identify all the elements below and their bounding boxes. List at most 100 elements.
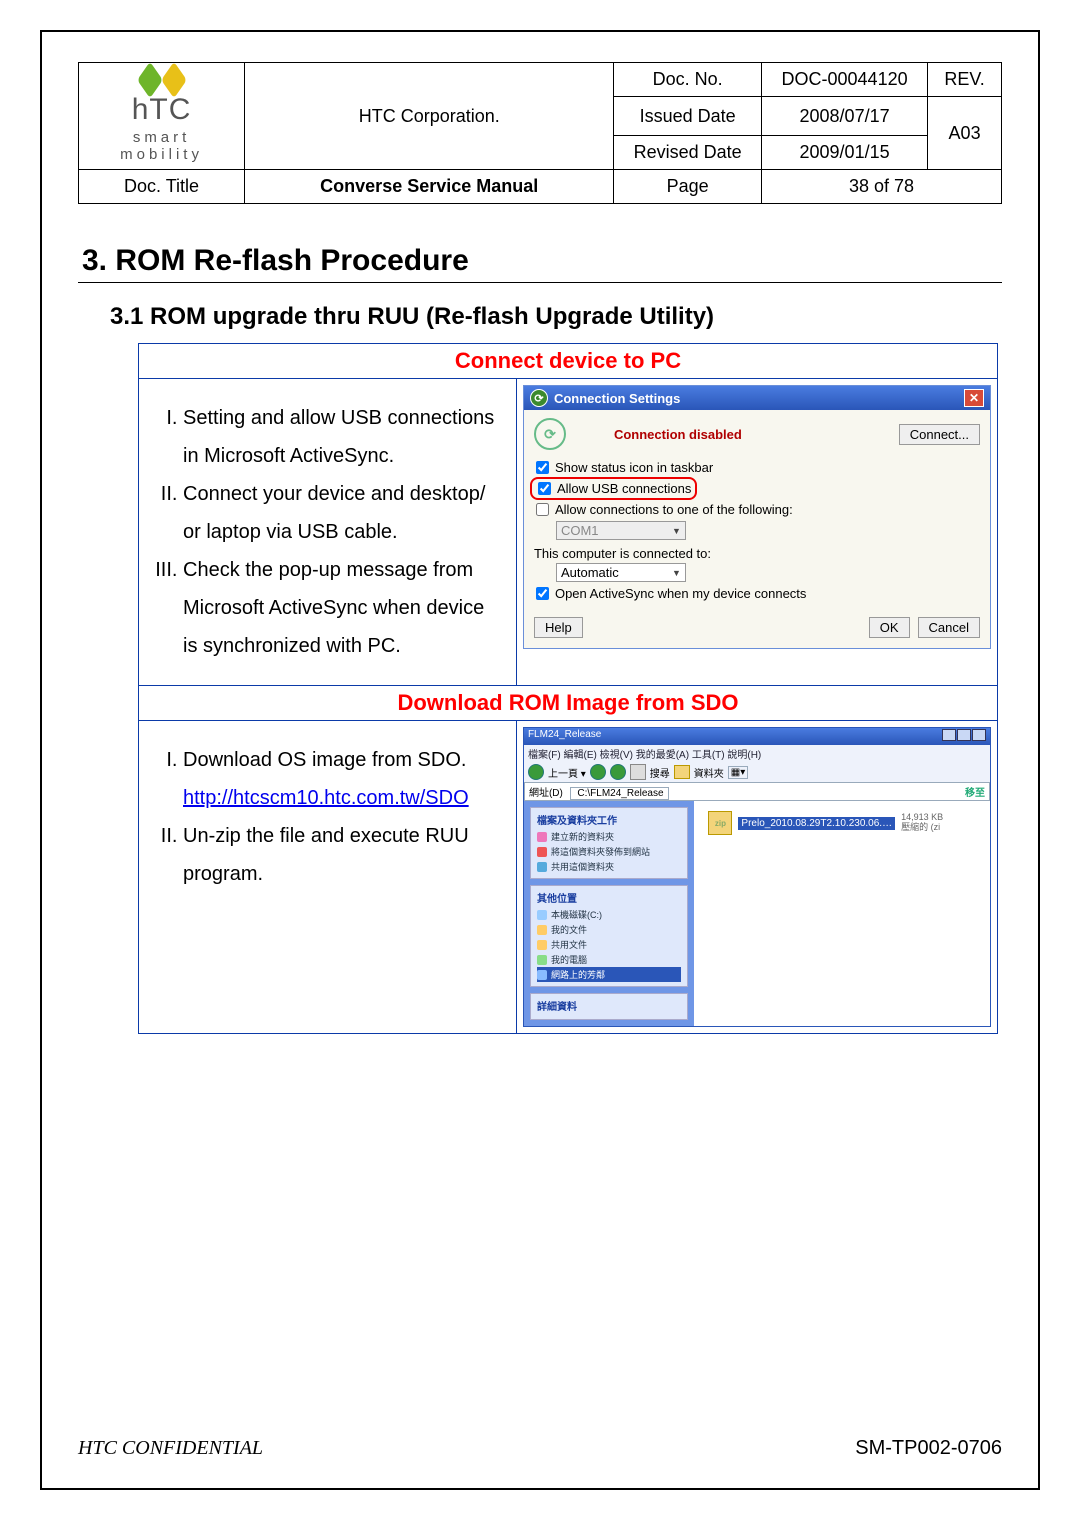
status-icon-label: Show status icon in taskbar (555, 460, 713, 475)
issued-date-label: Issued Date (614, 97, 762, 136)
logo-cell: hTC smart mobility (79, 63, 245, 170)
other-places-pane: 其他位置 本機磁碟(C:) 我的文件 共用文件 我的電腦 網路上的芳鄰 (530, 885, 688, 987)
forward-icon[interactable] (590, 764, 606, 780)
sync-status-icon: ⟳ (534, 418, 566, 450)
dialog-titlebar: ⟳ Connection Settings ✕ (524, 386, 990, 410)
connection-settings-dialog: ⟳ Connection Settings ✕ ⟳ Connection dis… (523, 385, 991, 649)
close-icon[interactable]: ✕ (964, 389, 984, 407)
corporation-name: HTC Corporation. (245, 63, 614, 170)
side-item[interactable]: 本機磁碟(C:) (537, 907, 681, 922)
tasks-pane: 檔案及資料夾工作 建立新的資料夾 將這個資料夾發佈到網站 共用這個資料夾 (530, 807, 688, 879)
connected-to-select[interactable]: Automatic ▼ (556, 563, 686, 582)
section-heading-1: 3. ROM Re-flash Procedure (82, 244, 1002, 278)
issued-date-value: 2008/07/17 (762, 97, 928, 136)
doc-title-value: Converse Service Manual (245, 170, 614, 204)
section2-steps: Download OS image from SDO. http://htcsc… (153, 741, 502, 893)
section-heading-2: 3.1 ROM upgrade thru RUU (Re-flash Upgra… (110, 303, 1002, 331)
section1-steps: Setting and allow USB connections in Mic… (153, 399, 502, 665)
window-buttons[interactable] (941, 729, 986, 744)
cancel-button[interactable]: Cancel (918, 617, 980, 638)
section2-steps-cell: Download OS image from SDO. http://htcsc… (139, 721, 517, 1034)
connection-status: Connection disabled (614, 427, 742, 442)
section1-steps-cell: Setting and allow USB connections in Mic… (139, 379, 517, 686)
search-icon[interactable] (630, 764, 646, 780)
procedure-table: Connect device to PC Setting and allow U… (138, 343, 998, 1034)
file-name: Prelo_2010.08.29T2.10.230.06.… (738, 817, 895, 830)
page-label: Page (614, 170, 762, 204)
chevron-down-icon: ▼ (672, 568, 681, 578)
rev-value: A03 (928, 97, 1002, 170)
doc-title-label: Doc. Title (79, 170, 245, 204)
allow-com-checkbox[interactable] (536, 503, 549, 516)
revised-date-value: 2009/01/15 (762, 136, 928, 170)
doc-no-label: Doc. No. (614, 63, 762, 97)
com-port-select: COM1 ▼ (556, 521, 686, 540)
side-item[interactable]: 共用文件 (537, 937, 681, 952)
explorer-toolbar[interactable]: 上一頁 ▾ 搜尋 資料夾 ▦▾ (524, 762, 990, 782)
explorer-window: FLM24_Release 檔案(F) 編輯(E) 檢視(V) 我的最愛(A) … (523, 727, 991, 1027)
allow-com-label: Allow connections to one of the followin… (555, 502, 793, 517)
logo-text: hTC (132, 93, 192, 127)
dialog-title: Connection Settings (554, 391, 680, 406)
explorer-sidebar: 檔案及資料夾工作 建立新的資料夾 將這個資料夾發佈到網站 共用這個資料夾 其他位… (524, 801, 694, 1026)
side-item[interactable]: 網路上的芳鄰 (537, 967, 681, 982)
section1-step-3: Check the pop-up message from Microsoft … (183, 551, 502, 665)
heading-rule (78, 282, 1002, 283)
side-item[interactable]: 建立新的資料夾 (537, 829, 681, 844)
file-meta: 14,913 KB 壓縮的 (zi (901, 813, 943, 833)
usb-connections-highlight: Allow USB connections (530, 477, 697, 500)
explorer-title: FLM24_Release (528, 729, 601, 744)
section1-step-2: Connect your device and desktop/ or lapt… (183, 475, 502, 551)
zip-icon: zip (708, 811, 732, 835)
section2-header: Download ROM Image from SDO (139, 686, 998, 721)
open-activesync-label: Open ActiveSync when my device connects (555, 586, 806, 601)
section2-image-cell: FLM24_Release 檔案(F) 編輯(E) 檢視(V) 我的最愛(A) … (516, 721, 997, 1034)
open-activesync-checkbox-row[interactable]: Open ActiveSync when my device connects (534, 584, 980, 603)
side-item[interactable]: 共用這個資料夾 (537, 859, 681, 874)
allow-com-checkbox-row[interactable]: Allow connections to one of the followin… (534, 500, 980, 519)
allow-usb-label: Allow USB connections (557, 481, 691, 496)
explorer-file-list[interactable]: zip Prelo_2010.08.29T2.10.230.06.… 14,91… (694, 801, 990, 1026)
section1-step-1: Setting and allow USB connections in Mic… (183, 399, 502, 475)
open-activesync-checkbox[interactable] (536, 587, 549, 600)
section1-image-cell: ⟳ Connection Settings ✕ ⟳ Connection dis… (516, 379, 997, 686)
document-page: hTC smart mobility HTC Corporation. Doc.… (40, 30, 1040, 1490)
htc-leaf-icon (139, 69, 185, 91)
chevron-down-icon: ▼ (672, 526, 681, 536)
explorer-menu[interactable]: 檔案(F) 編輯(E) 檢視(V) 我的最愛(A) 工具(T) 說明(H) (524, 745, 990, 762)
go-button[interactable]: 移至 (965, 788, 985, 799)
folders-icon[interactable] (674, 765, 690, 779)
connected-to-label: This computer is connected to: (534, 542, 980, 561)
views-icon[interactable]: ▦▾ (728, 766, 748, 779)
confidential-label: HTC CONFIDENTIAL (78, 1437, 263, 1460)
section2-step-2: Un-zip the file and execute RUU program. (183, 817, 502, 893)
section2-step-1: Download OS image from SDO. http://htcsc… (183, 741, 502, 817)
side-item[interactable]: 我的文件 (537, 922, 681, 937)
file-item[interactable]: zip Prelo_2010.08.29T2.10.230.06.… 14,91… (704, 809, 980, 837)
up-icon[interactable] (610, 764, 626, 780)
sdo-link[interactable]: http://htcscm10.htc.com.tw/SDO (183, 787, 469, 809)
footer-code: SM-TP002-0706 (855, 1437, 1002, 1460)
connect-button[interactable]: Connect... (899, 424, 980, 445)
activesync-icon: ⟳ (530, 389, 548, 407)
logo-subtext: smart mobility (89, 129, 234, 163)
status-icon-checkbox-row[interactable]: Show status icon in taskbar (534, 458, 980, 477)
doc-header-table: hTC smart mobility HTC Corporation. Doc.… (78, 62, 1002, 204)
back-icon[interactable] (528, 764, 544, 780)
explorer-titlebar: FLM24_Release (524, 728, 990, 745)
address-bar[interactable]: 網址(D) C:\FLM24_Release 移至 (524, 782, 990, 801)
allow-usb-checkbox[interactable] (538, 482, 551, 495)
revised-date-label: Revised Date (614, 136, 762, 170)
doc-no-value: DOC-00044120 (762, 63, 928, 97)
side-item[interactable]: 我的電腦 (537, 952, 681, 967)
section1-header: Connect device to PC (139, 344, 998, 379)
help-button[interactable]: Help (534, 617, 583, 638)
side-item[interactable]: 將這個資料夾發佈到網站 (537, 844, 681, 859)
details-pane: 詳細資料 (530, 993, 688, 1020)
page-footer: HTC CONFIDENTIAL SM-TP002-0706 (78, 1437, 1002, 1460)
page-value: 38 of 78 (762, 170, 1002, 204)
allow-usb-checkbox-row[interactable]: Allow USB connections (536, 479, 691, 498)
status-icon-checkbox[interactable] (536, 461, 549, 474)
ok-button[interactable]: OK (869, 617, 910, 638)
rev-label: REV. (928, 63, 1002, 97)
